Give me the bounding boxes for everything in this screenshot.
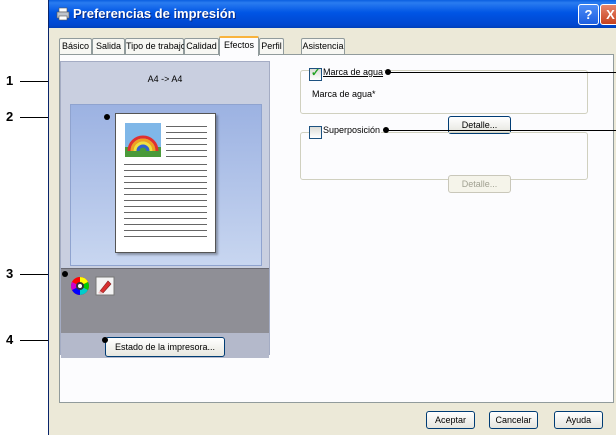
tab-efectos[interactable]: Efectos — [219, 36, 259, 56]
text-line — [124, 236, 207, 237]
callout-leader-overlay — [386, 130, 616, 131]
text-line — [124, 164, 207, 165]
preview-panel: A4 -> A4 Estado de la impresora... — [60, 61, 270, 358]
paper-size-label: A4 -> A4 — [147, 74, 183, 84]
checkmark-icon: ✓ — [311, 67, 321, 79]
overlay-checkbox-label: Superposición — [322, 125, 382, 135]
callout-dot-2 — [104, 114, 110, 120]
callout-dot-4 — [102, 337, 108, 343]
tab-perfil[interactable]: Perfil — [259, 38, 284, 54]
watermark-field-label: Marca de agua* — [312, 89, 376, 99]
settings-icon-band — [61, 268, 269, 333]
text-line — [166, 132, 207, 133]
print-preferences-dialog: Preferencias de impresión ? X Básico Sal… — [48, 0, 616, 435]
callout-leader-watermark — [388, 72, 616, 73]
watermark-checkbox[interactable]: ✓ — [309, 67, 322, 81]
text-line — [124, 218, 207, 219]
accept-button[interactable]: Aceptar — [426, 411, 475, 429]
callout-number-2: 2 — [6, 109, 14, 124]
text-line — [124, 176, 207, 177]
text-line — [124, 188, 207, 189]
callout-dot-3 — [62, 271, 68, 277]
text-line — [124, 212, 207, 213]
tab-salida[interactable]: Salida — [92, 38, 125, 54]
tab-tipo-de-trabajo[interactable]: Tipo de trabajo — [125, 38, 186, 54]
callout-number-4: 4 — [6, 332, 14, 347]
overlay-detail-button[interactable]: Detalle... — [448, 175, 511, 193]
text-line — [166, 138, 207, 139]
text-line — [124, 182, 207, 183]
overlay-checkbox[interactable] — [309, 126, 322, 139]
tab-basico[interactable]: Básico — [59, 38, 92, 54]
printer-status-button[interactable]: Estado de la impresora... — [105, 337, 225, 357]
page-preview — [115, 113, 216, 253]
text-line — [124, 200, 207, 201]
title-bar: Preferencias de impresión ? X — [49, 0, 616, 28]
callout-number-1: 1 — [6, 73, 14, 88]
text-line — [166, 156, 207, 157]
text-line — [166, 150, 207, 151]
text-line — [124, 194, 207, 195]
rainbow-image-icon — [125, 123, 161, 157]
effects-tab-panel: A4 -> A4 Estado de la impresora... ✓ Mar… — [59, 54, 614, 403]
printer-icon — [56, 7, 70, 21]
eraser-icon — [95, 276, 115, 296]
color-wheel-icon — [71, 277, 89, 295]
page-preview-area — [70, 104, 262, 266]
cancel-button[interactable]: Cancelar — [489, 411, 538, 429]
text-line — [166, 144, 207, 145]
text-line — [124, 230, 207, 231]
text-line — [166, 126, 207, 127]
close-icon[interactable]: X — [600, 4, 616, 25]
text-line — [124, 170, 207, 171]
window-title: Preferencias de impresión — [73, 6, 236, 21]
tab-asistencia[interactable]: Asistencia — [301, 38, 345, 54]
tab-calidad[interactable]: Calidad — [184, 38, 219, 54]
text-line — [124, 224, 207, 225]
overlay-group — [300, 132, 588, 180]
callout-number-3: 3 — [6, 266, 14, 281]
help-icon[interactable]: ? — [578, 4, 599, 25]
text-line — [124, 206, 207, 207]
watermark-checkbox-label: Marca de agua — [322, 67, 385, 77]
help-button[interactable]: Ayuda — [554, 411, 603, 429]
